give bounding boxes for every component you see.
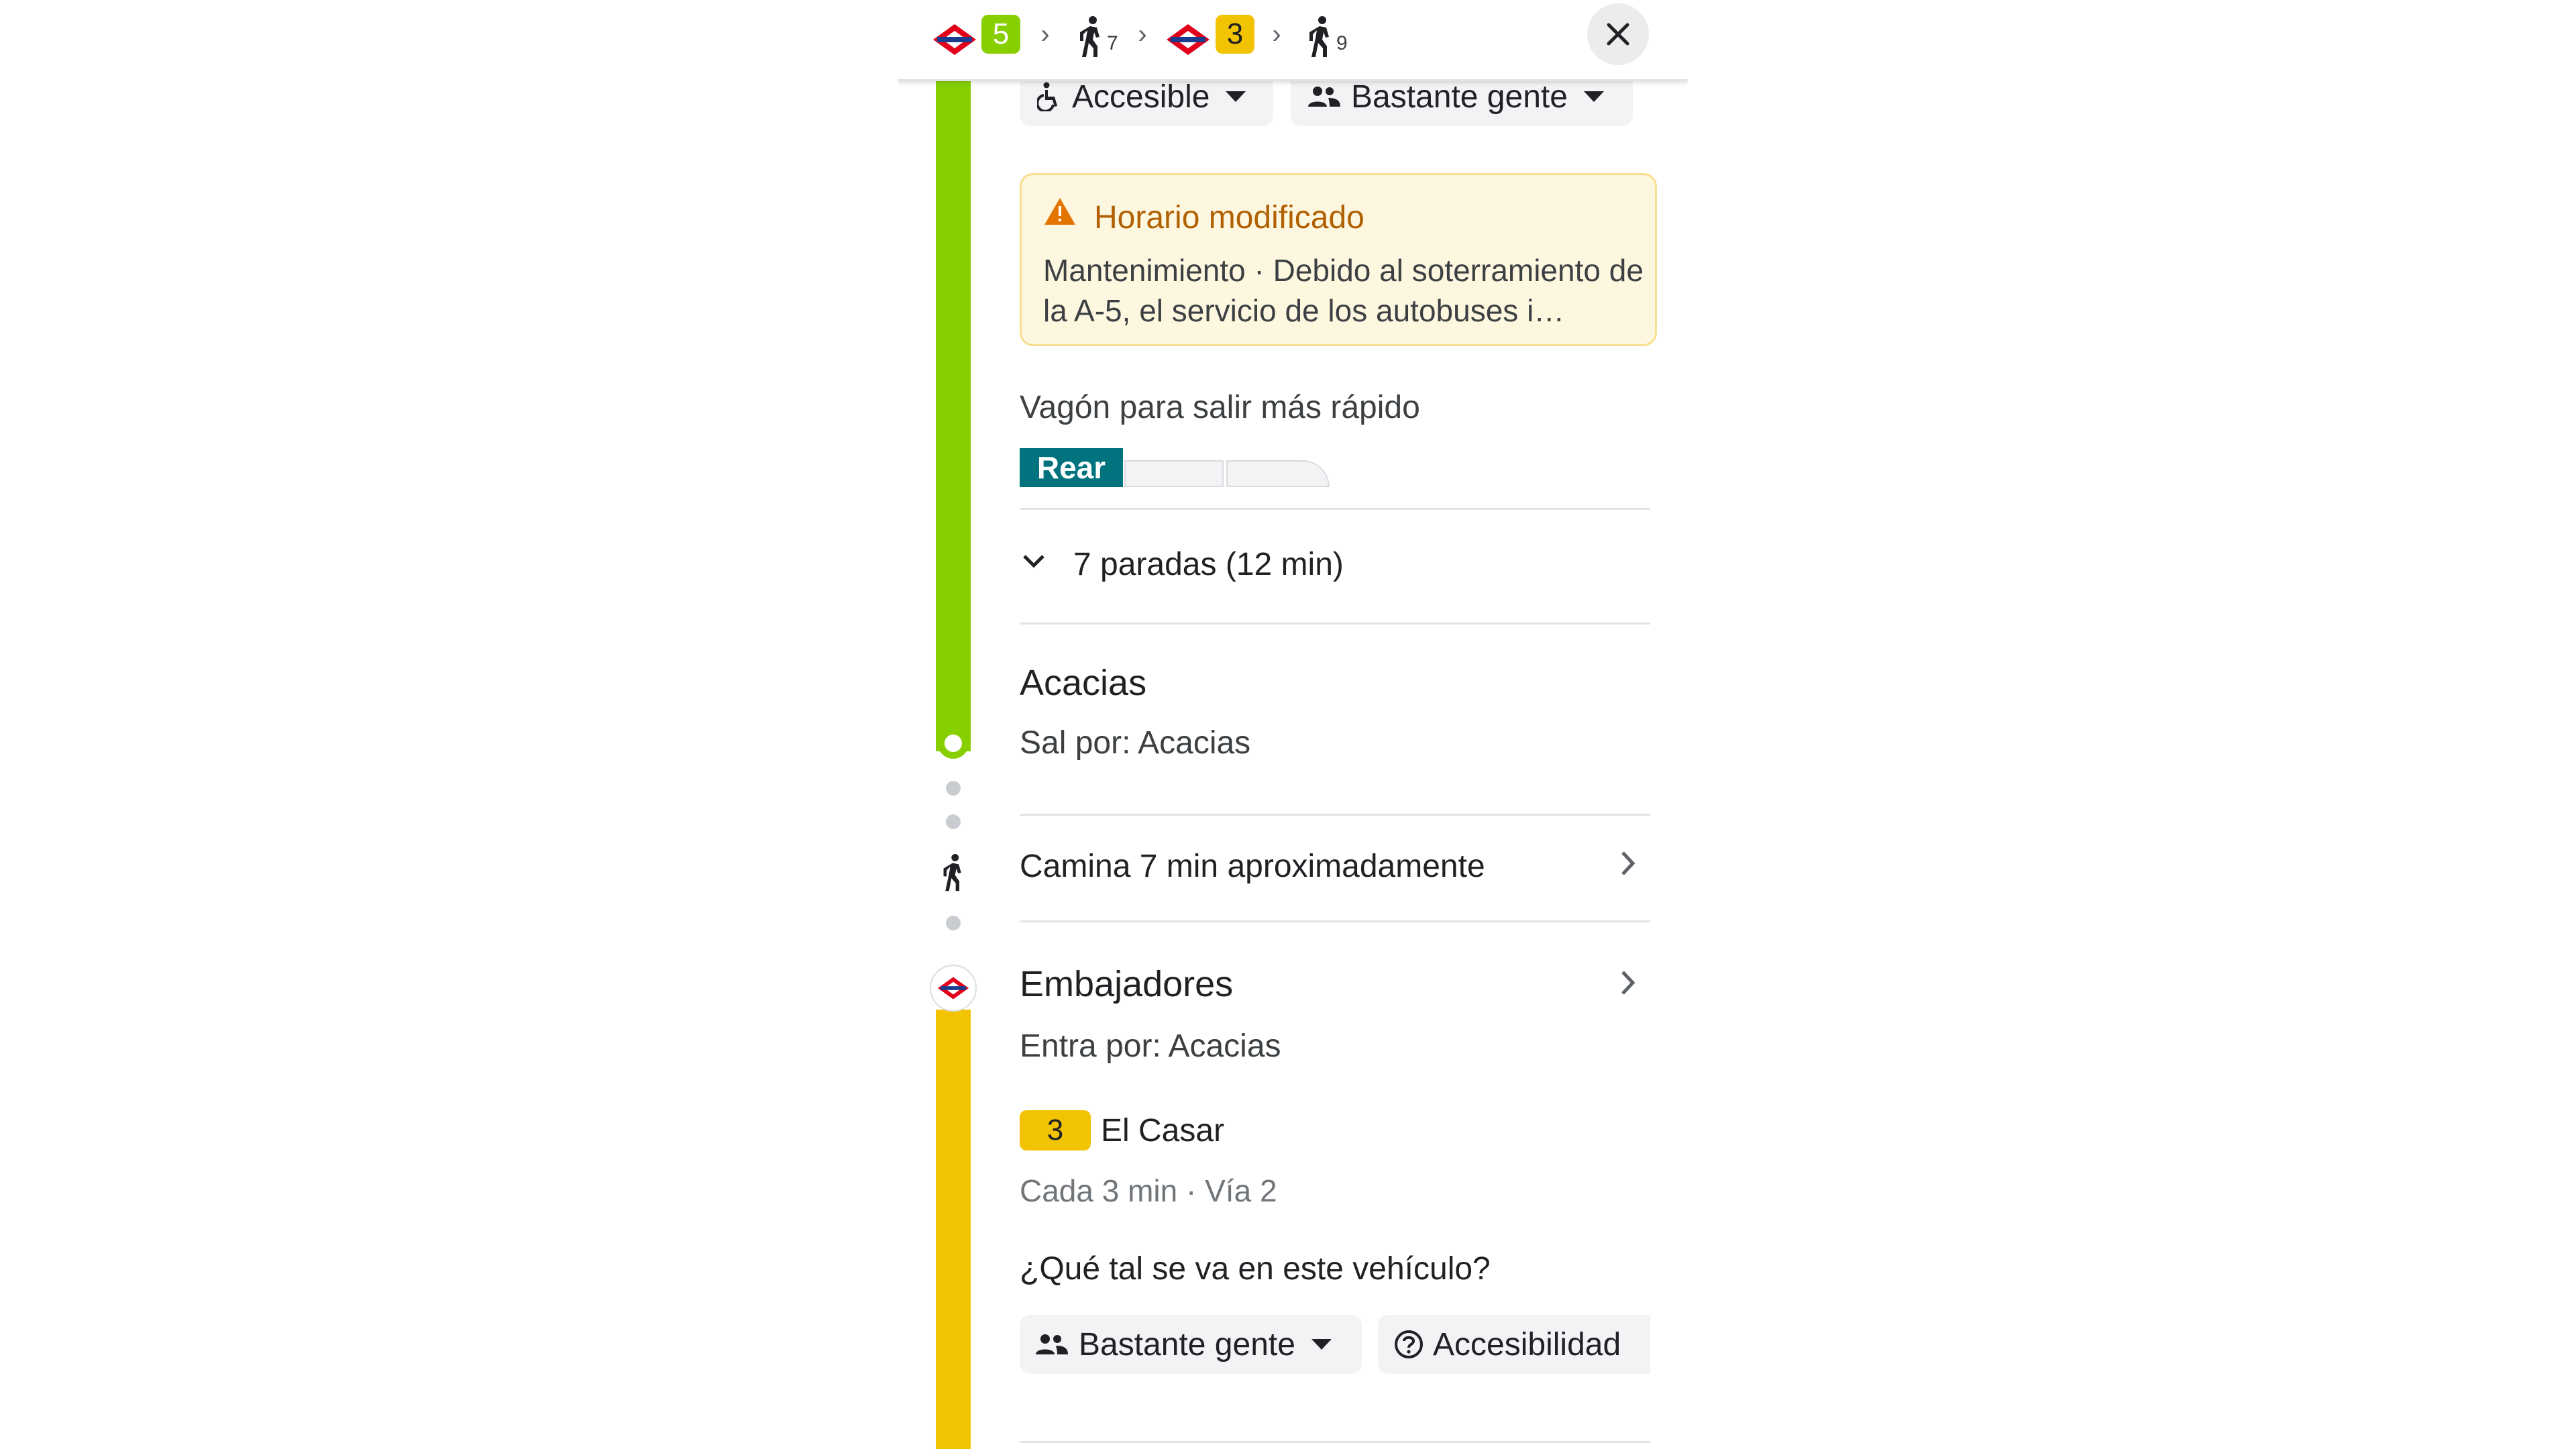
walk-minutes: 9: [1336, 32, 1348, 54]
walk-icon: [1075, 15, 1107, 59]
help-circle-icon: [1395, 1330, 1423, 1358]
divider: [1020, 1441, 1650, 1443]
chevron-right-icon: [1621, 851, 1635, 875]
close-icon: [1607, 23, 1629, 46]
chevron-right-icon: ›: [1138, 19, 1147, 49]
accessible-label: Accesible: [1072, 78, 1210, 115]
dropdown-arrow-icon: [1583, 91, 1604, 102]
feedback-question: ¿Qué tal se va en este vehículo?: [1020, 1251, 1491, 1287]
dropdown-arrow-icon: [1226, 91, 1246, 102]
line-3-route-bar: [936, 1010, 971, 1449]
alert-body: Mantenimiento · Debido al soterramiento …: [1043, 253, 1644, 328]
enter-label: Entra por: Acacias: [1020, 1028, 1281, 1064]
wagon-heading: Vagón para salir más rápido: [1020, 390, 1420, 425]
metro-logo-icon: [1165, 16, 1212, 63]
walk-step-row[interactable]: Camina 7 min aproximadamente: [1020, 825, 1650, 916]
destination-label: El Casar: [1101, 1113, 1225, 1148]
walk-label: Camina 7 min aproximadamente: [1020, 849, 1485, 884]
departure-station-name: Embajadores: [1020, 964, 1234, 1004]
rear-wagon-indicator: Rear: [1020, 448, 1123, 487]
walk-dot: [946, 916, 961, 930]
accessibility-chip[interactable]: Accesibilidad: [1378, 1315, 1650, 1374]
arrival-stop-node: [938, 728, 969, 759]
walk-icon: [1304, 15, 1336, 59]
stops-expander[interactable]: 7 paradas (12 min): [1020, 526, 1650, 606]
line-5-route-bar: [936, 74, 971, 751]
exit-label: Sal por: Acacias: [1020, 725, 1251, 761]
metro-station-node: [930, 965, 977, 1012]
warning-icon: [1044, 198, 1075, 225]
divider: [1020, 623, 1650, 625]
line-5-badge: 5: [981, 15, 1020, 54]
people-icon: [1036, 1334, 1068, 1354]
chevron-right-icon: ›: [1272, 19, 1281, 49]
front-wagon: [1226, 460, 1330, 487]
directions-panel: 5 › 7 › 3 › 9 Accesible Bastante gente H…: [898, 0, 1688, 1449]
divider: [1020, 920, 1650, 922]
stops-label: 7 paradas (12 min): [1073, 547, 1344, 582]
accessibility-label: Accesibilidad: [1433, 1326, 1621, 1362]
line-3-badge: 3: [1020, 1110, 1091, 1150]
chevron-down-icon: [1023, 555, 1044, 568]
line-3-badge: 3: [1216, 15, 1254, 54]
walk-dot: [946, 781, 961, 796]
people-icon: [1308, 87, 1340, 107]
alert-title: Horario modificado: [1094, 200, 1364, 235]
frequency-label: Cada 3 min · Vía 2: [1020, 1173, 1277, 1208]
crowding-label: Bastante gente: [1351, 78, 1568, 115]
middle-wagon: [1124, 460, 1224, 487]
station-row-embajadores[interactable]: Embajadores: [1020, 953, 1650, 1013]
schedule-alert[interactable]: Horario modificado Mantenimiento · Debid…: [1020, 173, 1657, 346]
chevron-right-icon: ›: [1040, 19, 1050, 49]
chevron-right-icon: [1621, 971, 1635, 995]
crowding-chip[interactable]: Bastante gente: [1020, 1315, 1362, 1374]
crowding-label: Bastante gente: [1079, 1326, 1295, 1362]
walk-dot: [946, 814, 961, 829]
arrival-station-name: Acacias: [1020, 663, 1147, 703]
divider: [1020, 508, 1650, 510]
wheelchair-icon: [1037, 82, 1057, 111]
dropdown-arrow-icon: [1311, 1339, 1332, 1350]
route-summary-bar: 5 › 7 › 3 › 9: [898, 0, 1688, 81]
close-button[interactable]: [1587, 3, 1649, 65]
metro-logo-icon: [931, 16, 978, 63]
divider: [1020, 814, 1650, 816]
walk-icon: [941, 853, 966, 896]
metro-logo-icon: [937, 977, 969, 1000]
walk-minutes: 7: [1107, 32, 1118, 54]
